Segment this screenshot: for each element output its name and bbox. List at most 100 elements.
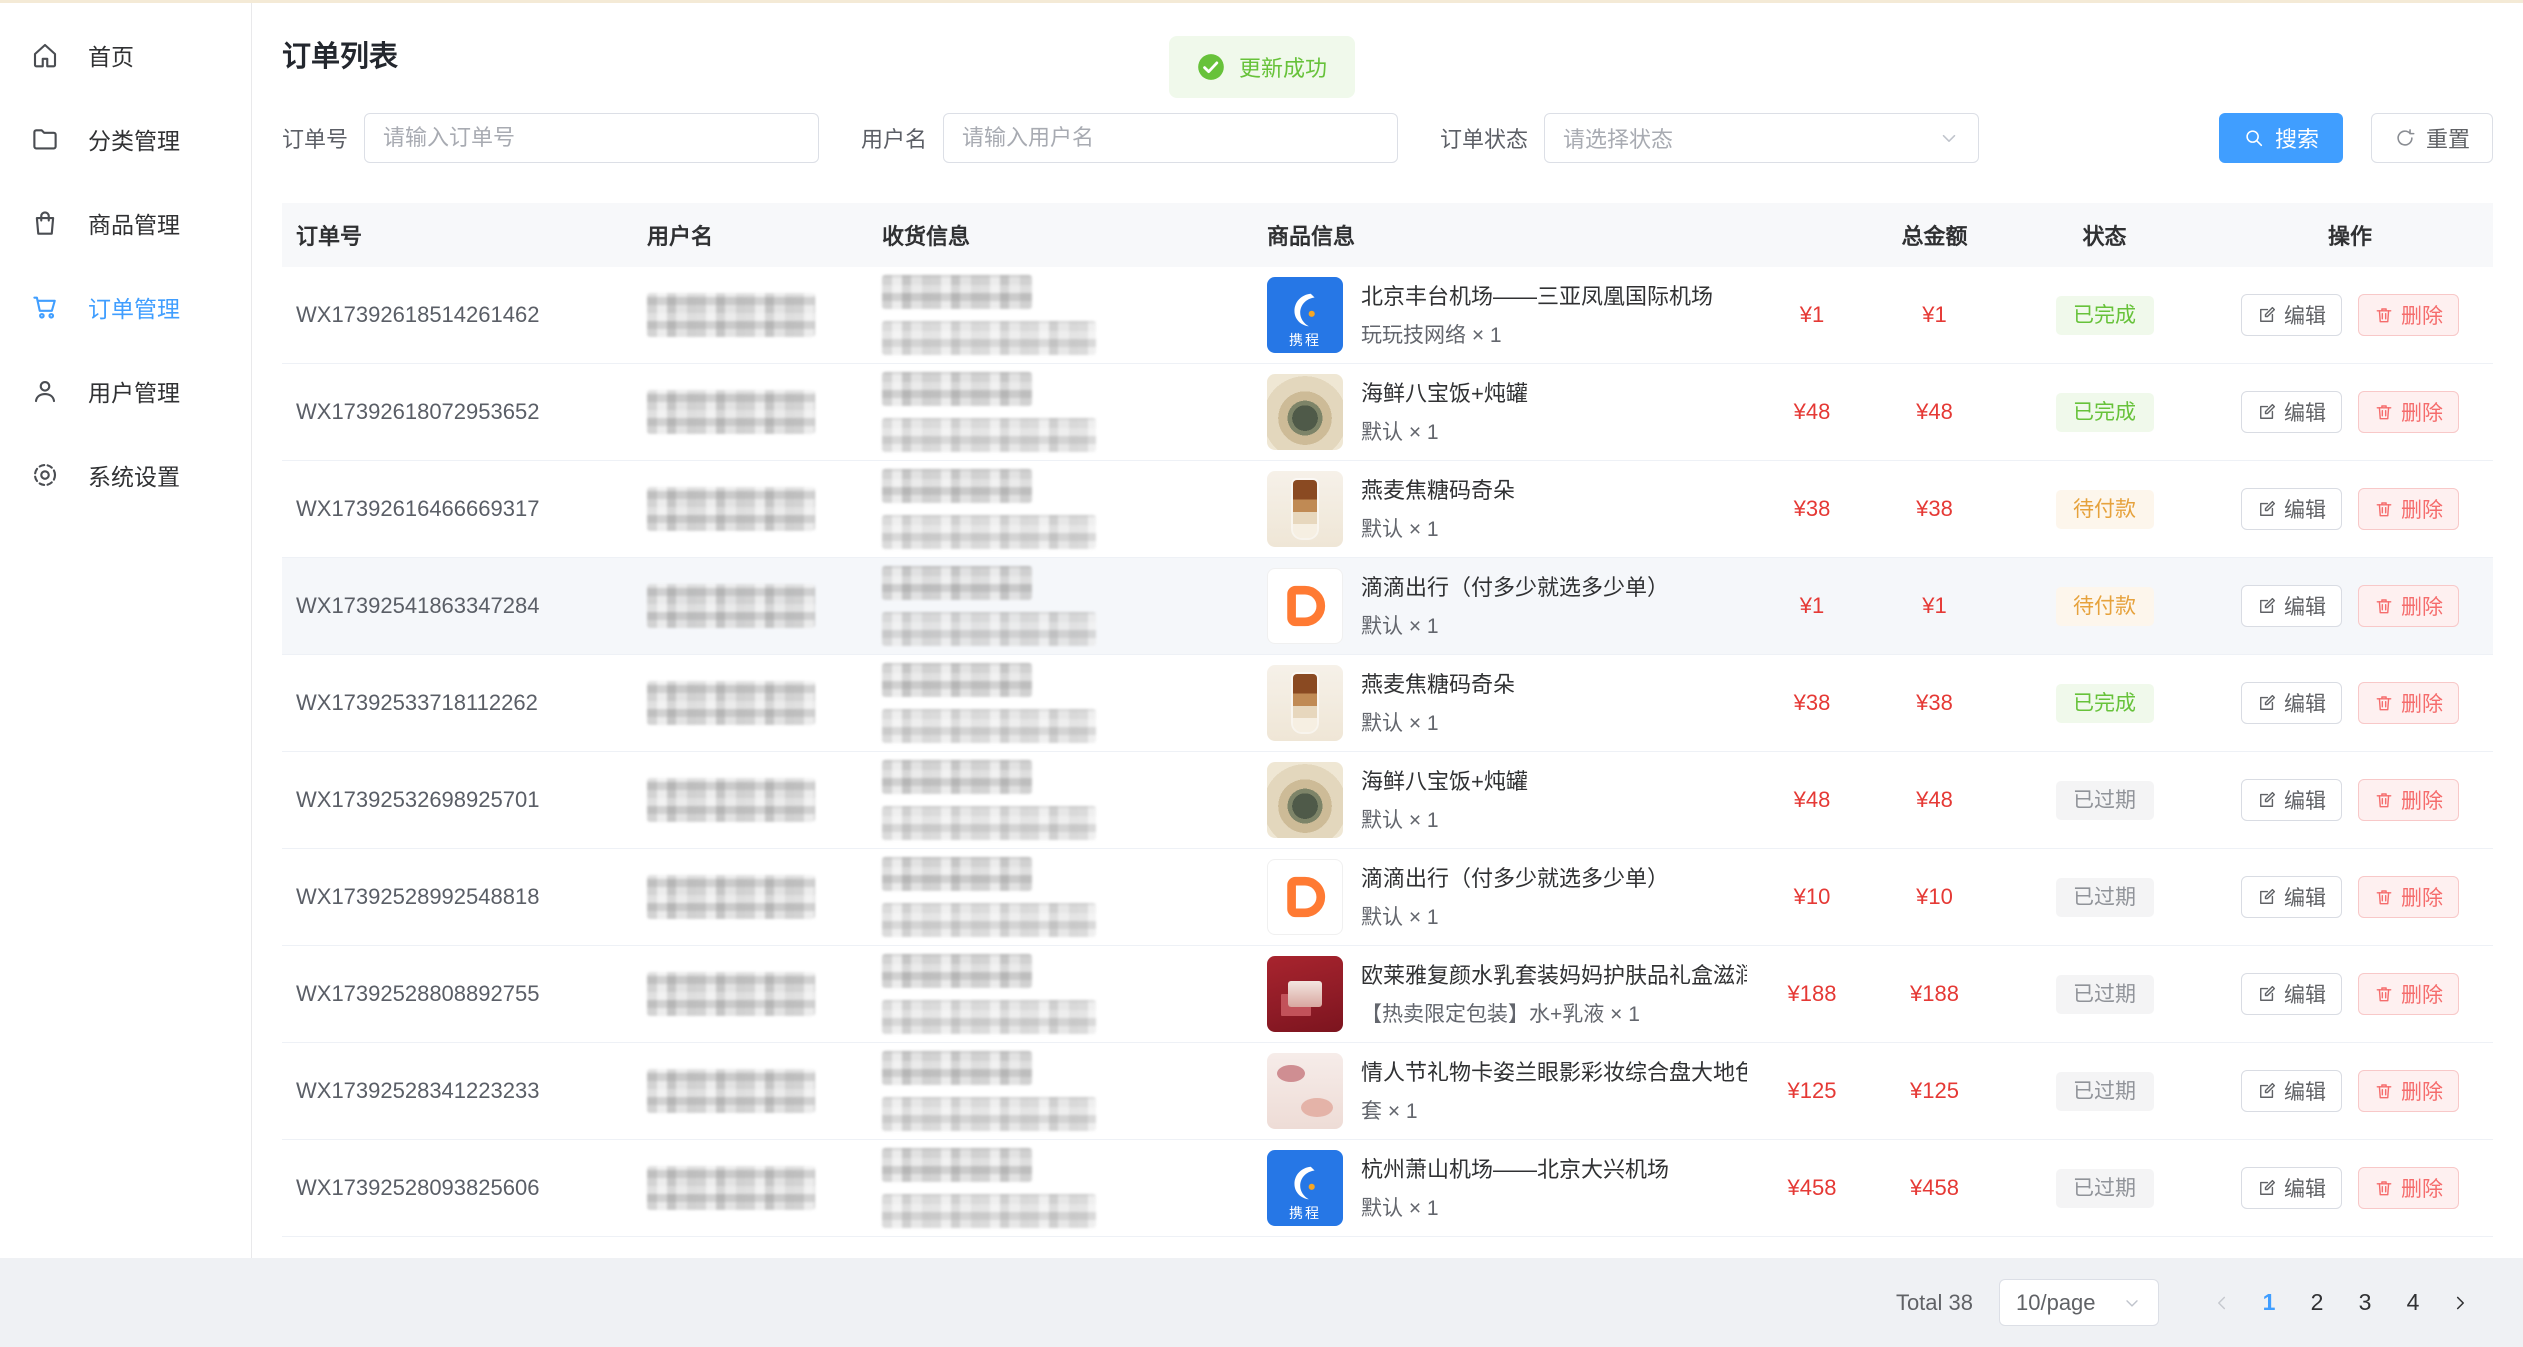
- edit-button[interactable]: 编辑: [2241, 585, 2342, 627]
- product-spec: 默认 × 1: [1361, 901, 1669, 931]
- order-no: WX17392528093825606: [296, 1175, 539, 1200]
- edit-button[interactable]: 编辑: [2241, 1167, 2342, 1209]
- product-image: [1267, 568, 1343, 644]
- redacted-username: [647, 390, 815, 434]
- edit-button-label: 编辑: [2284, 397, 2326, 427]
- sidebar-item-settings[interactable]: 系统设置: [0, 433, 251, 517]
- total-amount: ¥38: [1916, 496, 1953, 521]
- order-no-input[interactable]: [364, 113, 819, 163]
- product-spec: 【热卖限定包装】水+乳液 × 1: [1361, 998, 1747, 1028]
- prev-page-button[interactable]: [2199, 1280, 2245, 1326]
- edit-button[interactable]: 编辑: [2241, 294, 2342, 336]
- total-cell: ¥1: [1867, 593, 2002, 619]
- page-button-2[interactable]: 2: [2293, 1280, 2341, 1326]
- product-image: [1267, 859, 1343, 935]
- edit-icon: [2257, 1178, 2277, 1198]
- edit-button[interactable]: 编辑: [2241, 876, 2342, 918]
- product-title: 杭州萧山机场——北京大兴机场: [1361, 1154, 1669, 1186]
- total-amount: ¥1: [1922, 302, 1946, 327]
- price-cell: ¥48: [1757, 399, 1867, 425]
- page-button-1[interactable]: 1: [2245, 1280, 2293, 1326]
- delete-button[interactable]: 删除: [2358, 876, 2459, 918]
- total-amount: ¥125: [1910, 1078, 1959, 1103]
- product-title: 滴滴出行（付多少就选多少单）: [1361, 863, 1669, 895]
- product-image: 携程: [1267, 1150, 1343, 1226]
- delete-button[interactable]: 删除: [2358, 585, 2459, 627]
- delete-button[interactable]: 删除: [2358, 1070, 2459, 1112]
- status-select[interactable]: 请选择状态: [1544, 113, 1979, 163]
- delete-button[interactable]: 删除: [2358, 973, 2459, 1015]
- page-size-select[interactable]: 10/page: [1999, 1279, 2159, 1326]
- delete-button[interactable]: 删除: [2358, 391, 2459, 433]
- delete-button[interactable]: 删除: [2358, 1167, 2459, 1209]
- unit-price: ¥1: [1800, 593, 1824, 618]
- sidebar-item-products[interactable]: 商品管理: [0, 181, 251, 265]
- status-cell: 已过期: [2002, 878, 2207, 917]
- product-cell: 欧莱雅复颜水乳套装妈妈护肤品礼盒滋润... 【热卖限定包装】水+乳液 × 1: [1257, 956, 1757, 1032]
- edit-icon: [2257, 790, 2277, 810]
- edit-button[interactable]: 编辑: [2241, 488, 2342, 530]
- edit-icon: [2257, 693, 2277, 713]
- sidebar-item-label: 分类管理: [88, 122, 180, 156]
- order-no-cell: WX17392528808892755: [282, 981, 637, 1007]
- status-badge: 已过期: [2056, 878, 2154, 917]
- edit-button[interactable]: 编辑: [2241, 973, 2342, 1015]
- chevron-down-icon: [2122, 1293, 2142, 1313]
- next-page-button[interactable]: [2437, 1280, 2483, 1326]
- product-title: 情人节礼物卡姿兰眼影彩妆综合盘大地色...: [1361, 1057, 1747, 1089]
- table-row: WX17392616466669317 燕麦焦糖码奇朵 默认 × 1 ¥38 ¥…: [282, 461, 2493, 558]
- delete-icon: [2374, 984, 2394, 1004]
- reset-button[interactable]: 重置: [2371, 113, 2493, 163]
- col-header-total: 总金额: [1867, 219, 2002, 251]
- table-row: WX17392541863347284 滴滴出行（付多少就选多少单） 默认 × …: [282, 558, 2493, 655]
- edit-icon: [2257, 596, 2277, 616]
- total-cell: ¥1: [1867, 302, 2002, 328]
- actions-cell: 编辑 删除: [2207, 1070, 2493, 1112]
- product-image: [1267, 374, 1343, 450]
- status-cell: 已完成: [2002, 684, 2207, 723]
- price-cell: ¥38: [1757, 496, 1867, 522]
- delete-button-label: 删除: [2401, 785, 2443, 815]
- edit-button[interactable]: 编辑: [2241, 682, 2342, 724]
- product-cell: 燕麦焦糖码奇朵 默认 × 1: [1257, 665, 1757, 741]
- page-button-4[interactable]: 4: [2389, 1280, 2437, 1326]
- username-input[interactable]: [943, 113, 1398, 163]
- status-badge: 已过期: [2056, 1072, 2154, 1111]
- order-no-cell: WX17392532698925701: [282, 787, 637, 813]
- edit-button[interactable]: 编辑: [2241, 1070, 2342, 1112]
- total-amount: ¥458: [1910, 1175, 1959, 1200]
- order-no: WX17392528992548818: [296, 884, 539, 909]
- orders-table: 订单号 用户名 收货信息 商品信息 总金额 状态 操作 WX1739261851…: [282, 203, 2493, 1237]
- cart-icon: [30, 292, 60, 322]
- product-cell: 滴滴出行（付多少就选多少单） 默认 × 1: [1257, 859, 1757, 935]
- edit-button[interactable]: 编辑: [2241, 779, 2342, 821]
- sidebar-item-orders[interactable]: 订单管理: [0, 265, 251, 349]
- delete-button[interactable]: 删除: [2358, 779, 2459, 821]
- table-row: WX17392618072953652 海鲜八宝饭+炖罐 默认 × 1 ¥48 …: [282, 364, 2493, 461]
- delete-button-label: 删除: [2401, 300, 2443, 330]
- delete-button[interactable]: 删除: [2358, 682, 2459, 724]
- table-row: WX17392528992548818 滴滴出行（付多少就选多少单） 默认 × …: [282, 849, 2493, 946]
- sidebar-item-home[interactable]: 首页: [0, 13, 251, 97]
- actions-cell: 编辑 删除: [2207, 294, 2493, 336]
- edit-button[interactable]: 编辑: [2241, 391, 2342, 433]
- sidebar-item-categories[interactable]: 分类管理: [0, 97, 251, 181]
- delete-icon: [2374, 693, 2394, 713]
- delete-button[interactable]: 删除: [2358, 294, 2459, 336]
- username-cell: [637, 681, 872, 725]
- price-cell: ¥38: [1757, 690, 1867, 716]
- actions-cell: 编辑 删除: [2207, 876, 2493, 918]
- table-row: WX17392533718112262 燕麦焦糖码奇朵 默认 × 1 ¥38 ¥…: [282, 655, 2493, 752]
- sidebar-item-users[interactable]: 用户管理: [0, 349, 251, 433]
- edit-button-label: 编辑: [2284, 1173, 2326, 1203]
- product-image: [1267, 471, 1343, 547]
- redacted-address-line2: [882, 612, 1096, 646]
- table-row: WX17392618514261462 携程 北京丰台机场——三亚凤凰国际机场 …: [282, 267, 2493, 364]
- edit-icon: [2257, 499, 2277, 519]
- total-amount: ¥48: [1916, 399, 1953, 424]
- total-amount: ¥38: [1916, 690, 1953, 715]
- search-button[interactable]: 搜索: [2219, 113, 2343, 163]
- page-button-3[interactable]: 3: [2341, 1280, 2389, 1326]
- delete-button[interactable]: 删除: [2358, 488, 2459, 530]
- redacted-address-line1: [882, 1148, 1032, 1182]
